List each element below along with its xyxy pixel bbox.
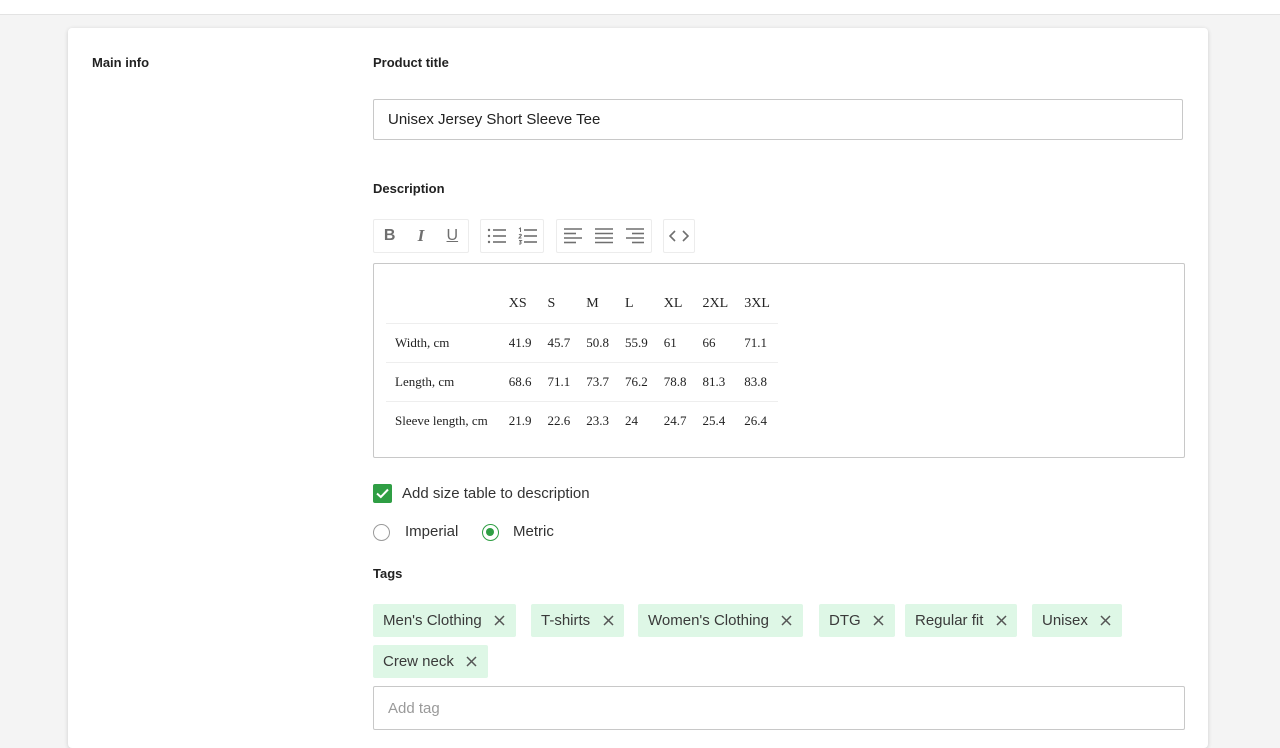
alignment-group bbox=[556, 219, 652, 253]
close-icon[interactable] bbox=[602, 615, 614, 627]
align-center-button[interactable] bbox=[588, 220, 619, 252]
size-table: XS S M L XL 2XL 3XL Width, cm 41.9 45.7 … bbox=[386, 284, 778, 440]
row-label: Width, cm bbox=[386, 323, 501, 363]
checkmark-icon bbox=[376, 488, 389, 499]
table-cell: 73.7 bbox=[578, 362, 618, 402]
tag-label: Regular fit bbox=[915, 612, 984, 629]
row-label: Sleeve length, cm bbox=[386, 401, 501, 440]
tag-chip: T-shirts bbox=[531, 604, 625, 637]
table-cell: 24 bbox=[617, 401, 656, 440]
align-right-icon bbox=[626, 228, 645, 244]
size-col-header: XL bbox=[663, 295, 683, 311]
align-left-icon bbox=[563, 228, 582, 244]
table-cell: 25.4 bbox=[694, 401, 737, 440]
table-cell: 45.7 bbox=[539, 323, 579, 363]
size-col-header: 3XL bbox=[744, 295, 770, 311]
table-cell: 21.9 bbox=[500, 401, 540, 440]
table-cell: 41.9 bbox=[500, 323, 540, 363]
tag-chip: Men's Clothing bbox=[373, 604, 516, 637]
tags-label: Tags bbox=[373, 566, 403, 581]
align-center-icon bbox=[594, 228, 613, 244]
numbered-list-icon bbox=[517, 227, 537, 245]
italic-button[interactable]: I bbox=[405, 220, 436, 252]
radio-imperial[interactable] bbox=[373, 524, 390, 541]
tag-label: Unisex bbox=[1042, 612, 1088, 629]
table-cell: 76.2 bbox=[617, 362, 656, 402]
tag-label: DTG bbox=[829, 612, 861, 629]
tag-chip: DTG bbox=[819, 604, 895, 637]
underline-button[interactable]: U bbox=[437, 220, 468, 252]
main-info-card: Main info Product title Description B I … bbox=[68, 28, 1208, 748]
table-cell: 66 bbox=[694, 323, 737, 363]
close-icon[interactable] bbox=[494, 615, 506, 627]
table-cell: 24.7 bbox=[655, 401, 695, 440]
table-row: Length, cm 68.6 71.1 73.7 76.2 78.8 81.3… bbox=[386, 362, 778, 402]
add-tag-input[interactable] bbox=[373, 686, 1185, 730]
tag-chip: Unisex bbox=[1032, 604, 1122, 637]
table-cell: 78.8 bbox=[655, 362, 695, 402]
code-group bbox=[663, 219, 695, 253]
tag-label: T-shirts bbox=[541, 612, 591, 629]
table-cell: 22.6 bbox=[539, 401, 579, 440]
close-icon[interactable] bbox=[466, 656, 478, 668]
add-size-table-label[interactable]: Add size table to description bbox=[402, 485, 590, 502]
radio-imperial-label[interactable]: Imperial bbox=[405, 523, 458, 540]
size-col-header: L bbox=[625, 295, 634, 311]
description-editor[interactable]: XS S M L XL 2XL 3XL Width, cm 41.9 45.7 … bbox=[373, 263, 1185, 458]
row-label: Length, cm bbox=[386, 362, 501, 402]
section-label-main-info: Main info bbox=[92, 55, 150, 70]
table-row: Width, cm 41.9 45.7 50.8 55.9 61 66 71.1 bbox=[386, 323, 778, 363]
table-cell: 71.1 bbox=[539, 362, 579, 402]
top-bar bbox=[0, 0, 1280, 15]
tag-chip: Crew neck bbox=[373, 645, 488, 678]
add-size-table-checkbox[interactable] bbox=[373, 484, 392, 503]
table-cell: 50.8 bbox=[578, 323, 618, 363]
table-cell: 55.9 bbox=[617, 323, 656, 363]
size-col-header: S bbox=[547, 295, 556, 311]
list-group bbox=[480, 219, 544, 253]
size-table-corner bbox=[386, 284, 501, 324]
radio-metric-label[interactable]: Metric bbox=[513, 523, 554, 540]
close-icon[interactable] bbox=[873, 615, 885, 627]
tag-label: Women's Clothing bbox=[648, 612, 769, 629]
align-right-button[interactable] bbox=[620, 220, 651, 252]
product-title-label: Product title bbox=[373, 55, 449, 70]
close-icon[interactable] bbox=[1100, 615, 1112, 627]
table-cell: 71.1 bbox=[736, 323, 778, 363]
italic-icon: I bbox=[417, 226, 425, 245]
table-row: Sleeve length, cm 21.9 22.6 23.3 24 24.7… bbox=[386, 401, 778, 440]
bulleted-list-icon bbox=[487, 228, 506, 244]
size-col-header: XS bbox=[508, 295, 527, 311]
table-cell: 26.4 bbox=[736, 401, 778, 440]
text-style-group: B I U bbox=[373, 219, 469, 253]
underline-icon: U bbox=[446, 227, 459, 244]
bulleted-list-button[interactable] bbox=[481, 220, 512, 252]
product-title-input[interactable] bbox=[373, 99, 1183, 140]
table-cell: 83.8 bbox=[736, 362, 778, 402]
table-cell: 23.3 bbox=[578, 401, 618, 440]
table-cell: 61 bbox=[655, 323, 695, 363]
bold-icon: B bbox=[383, 227, 396, 244]
description-label: Description bbox=[373, 181, 445, 196]
tag-chip: Regular fit bbox=[905, 604, 1018, 637]
table-cell: 81.3 bbox=[694, 362, 737, 402]
tag-label: Men's Clothing bbox=[383, 612, 482, 629]
numbered-list-button[interactable] bbox=[512, 220, 543, 252]
tag-chip: Women's Clothing bbox=[638, 604, 803, 637]
close-icon[interactable] bbox=[995, 615, 1007, 627]
size-col-header: 2XL bbox=[702, 295, 729, 311]
code-view-icon bbox=[669, 230, 689, 242]
table-cell: 68.6 bbox=[500, 362, 540, 402]
close-icon[interactable] bbox=[781, 615, 793, 627]
tag-label: Crew neck bbox=[383, 653, 454, 670]
radio-metric[interactable] bbox=[482, 524, 499, 541]
bold-button[interactable]: B bbox=[374, 220, 405, 252]
size-col-header: M bbox=[586, 295, 599, 311]
code-view-button[interactable] bbox=[664, 220, 694, 252]
align-left-button[interactable] bbox=[557, 220, 588, 252]
size-table-header-row: XS S M L XL 2XL 3XL bbox=[386, 284, 778, 324]
